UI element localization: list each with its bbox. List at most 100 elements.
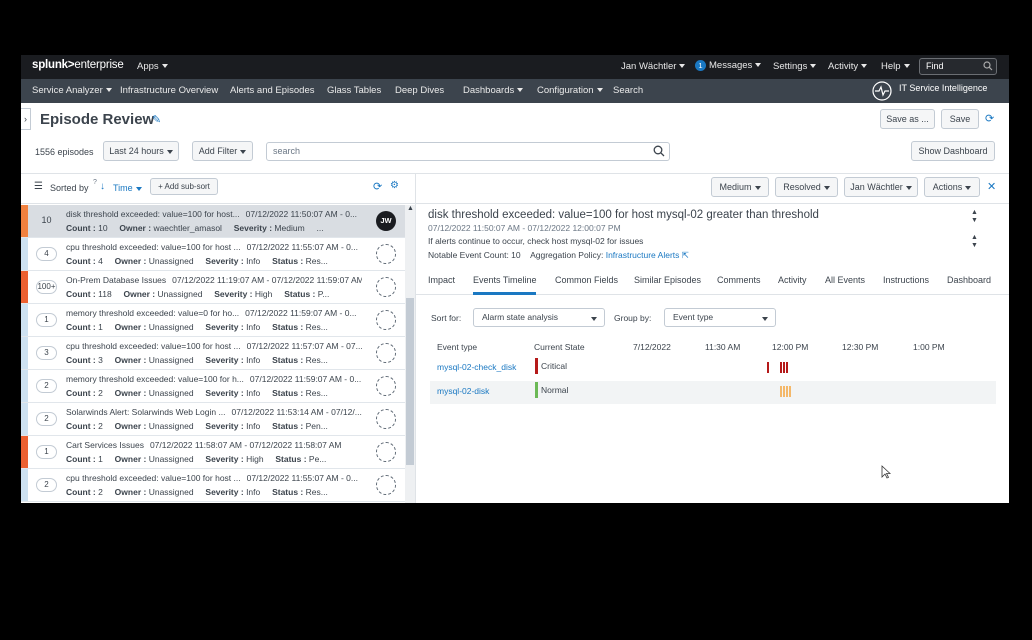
nav-infrastructure-overview[interactable]: Infrastructure Overview: [120, 85, 218, 96]
avatar-placeholder[interactable]: [376, 376, 396, 396]
episode-list-item[interactable]: 1 memory threshold exceeded: value=0 for …: [21, 304, 405, 337]
close-icon[interactable]: ✕: [987, 180, 996, 193]
nav-glass-tables[interactable]: Glass Tables: [327, 85, 381, 96]
refresh-list-icon[interactable]: ⟳: [373, 180, 382, 193]
timeline-event-mark[interactable]: [767, 362, 769, 373]
search-input[interactable]: search: [266, 142, 670, 161]
timeline-event-mark[interactable]: [786, 362, 788, 373]
help-menu[interactable]: Help: [881, 61, 910, 72]
episode-list-item[interactable]: 2 cpu threshold exceeded: value=100 for h…: [21, 469, 405, 502]
add-filter-button[interactable]: Add Filter: [192, 141, 253, 161]
episode-list-item[interactable]: 3 cpu threshold exceeded: value=100 for h…: [21, 337, 405, 370]
nav-configuration[interactable]: Configuration: [537, 85, 603, 96]
timeline-event-mark[interactable]: [786, 386, 788, 397]
nav-search[interactable]: Search: [613, 85, 643, 96]
expand-left-panel-button[interactable]: ›: [21, 108, 31, 130]
avatar-placeholder[interactable]: [376, 442, 396, 462]
episode-status: Res...: [305, 355, 328, 365]
nav-service-analyzer[interactable]: Service Analyzer: [32, 85, 112, 96]
aggregation-policy-link[interactable]: Infrastructure Alerts: [606, 250, 680, 260]
episode-title-line: cpu threshold exceeded: value=100 for ho…: [66, 242, 362, 252]
tab-all-events[interactable]: All Events: [825, 275, 865, 285]
splunk-logo[interactable]: splunk>enterprise: [32, 59, 124, 71]
messages-menu[interactable]: 1 Messages: [695, 60, 762, 71]
add-subsort-button[interactable]: + Add sub-sort: [150, 178, 218, 195]
avatar-placeholder[interactable]: [376, 343, 396, 363]
episode-list-item[interactable]: 2 Solarwinds Alert: Solarwinds Web Login …: [21, 403, 405, 436]
edit-pencil-icon[interactable]: ✎: [152, 113, 161, 126]
activity-menu[interactable]: Activity: [828, 61, 868, 72]
active-tab-indicator: [473, 292, 536, 295]
avatar-placeholder[interactable]: [376, 277, 396, 297]
timeline-event-mark[interactable]: [780, 386, 782, 397]
event-count-badge: 1: [36, 313, 57, 327]
status-label: Status :: [275, 454, 307, 464]
tab-impact[interactable]: Impact: [428, 275, 455, 285]
episode-list-item[interactable]: 10 disk threshold exceeded: value=100 for…: [21, 205, 405, 238]
sort-help-icon[interactable]: ?: [93, 179, 97, 186]
sort-for-select[interactable]: Alarm state analysis: [473, 308, 605, 327]
episode-list-item[interactable]: 100+ On-Prem Database Issues 07/12/2022 11…: [21, 271, 405, 304]
episode-owner: Unassigned: [148, 421, 194, 431]
title-scroll-arrows-icon[interactable]: ▲ ▼: [971, 209, 978, 225]
avatar-placeholder[interactable]: [376, 475, 396, 495]
tab-common-fields[interactable]: Common Fields: [555, 275, 618, 285]
show-dashboard-button[interactable]: Show Dashboard: [911, 141, 995, 161]
tab-instructions[interactable]: Instructions: [883, 275, 929, 285]
tab-activity[interactable]: Activity: [778, 275, 807, 285]
status-label: Status :: [284, 289, 316, 299]
episode-list-item[interactable]: 4 cpu threshold exceeded: value=100 for h…: [21, 238, 405, 271]
owner-dropdown[interactable]: Jan Wächtler: [844, 177, 918, 197]
episode-list-item[interactable]: 1 Cart Services Issues 07/12/2022 11:58:07…: [21, 436, 405, 469]
desc-scroll-arrows-icon[interactable]: ▲ ▼: [971, 234, 978, 250]
event-type-link[interactable]: mysql-02-disk: [437, 386, 489, 396]
severity-color-bar: [21, 271, 28, 303]
tab-comments[interactable]: Comments: [717, 275, 761, 285]
pane-divider[interactable]: [415, 174, 416, 503]
episode-status: Res...: [305, 322, 328, 332]
list-scroll-thumb[interactable]: [406, 298, 414, 465]
app-nav-bar: Service Analyzer Infrastructure Overview…: [21, 79, 1009, 103]
severity-dropdown[interactable]: Medium: [711, 177, 769, 197]
timeline-event-mark[interactable]: [789, 386, 791, 397]
tab-dashboard[interactable]: Dashboard: [947, 275, 991, 285]
tab-events-timeline[interactable]: Events Timeline: [473, 275, 537, 285]
nav-deep-dives[interactable]: Deep Dives: [395, 85, 444, 96]
timeline-event-mark[interactable]: [783, 386, 785, 397]
tab-similar-episodes[interactable]: Similar Episodes: [634, 275, 701, 285]
episode-list-item[interactable]: 2 memory threshold exceeded: value=100 fo…: [21, 370, 405, 403]
time-range-picker[interactable]: Last 24 hours: [103, 141, 179, 161]
search-icon[interactable]: [983, 61, 993, 71]
episode-status: Res...: [305, 256, 328, 266]
timeline-event-mark[interactable]: [783, 362, 785, 373]
status-dropdown[interactable]: Resolved: [775, 177, 838, 197]
episode-meta-line: Count : 3 Owner : Unassigned Severity : …: [66, 355, 362, 365]
refresh-icon[interactable]: ⟳: [985, 112, 994, 125]
list-sort-bar: ☰ Sorted by ? ↓ Time + Add sub-sort ⟳ ⚙: [21, 174, 415, 204]
episode-title: memory threshold exceeded: value=100 for…: [66, 374, 244, 384]
nav-alerts-and-episodes[interactable]: Alerts and Episodes: [230, 85, 315, 96]
avatar-placeholder[interactable]: [376, 244, 396, 264]
avatar-placeholder[interactable]: [376, 409, 396, 429]
nav-dashboards[interactable]: Dashboards: [463, 85, 524, 96]
event-type-link[interactable]: mysql-02-check_disk: [437, 362, 516, 372]
save-as-button[interactable]: Save as ...: [880, 109, 935, 129]
search-icon[interactable]: [653, 145, 665, 157]
external-link-icon[interactable]: ⇱: [679, 250, 689, 260]
avatar[interactable]: JW: [376, 211, 396, 231]
gear-icon[interactable]: ⚙: [390, 180, 399, 191]
actions-dropdown[interactable]: Actions: [924, 177, 980, 197]
chevron-up-icon[interactable]: ▲: [407, 205, 414, 212]
episode-time: 07/12/2022 11:58:07 AM - 07/12/2022 11:5…: [149, 440, 342, 450]
group-by-select[interactable]: Event type: [664, 308, 776, 327]
sort-direction-arrow-icon[interactable]: ↓: [100, 181, 105, 192]
episode-notable-info: Notable Event Count: 10 Aggregation Poli…: [428, 250, 689, 261]
settings-menu[interactable]: Settings: [773, 61, 817, 72]
timeline-event-mark[interactable]: [780, 362, 782, 373]
save-button[interactable]: Save: [941, 109, 979, 129]
user-menu[interactable]: Jan Wächtler: [621, 61, 686, 72]
episode-count-value: 3: [98, 355, 103, 365]
avatar-placeholder[interactable]: [376, 310, 396, 330]
apps-menu[interactable]: Apps: [137, 61, 168, 72]
sort-field-dropdown[interactable]: Time: [113, 183, 142, 193]
